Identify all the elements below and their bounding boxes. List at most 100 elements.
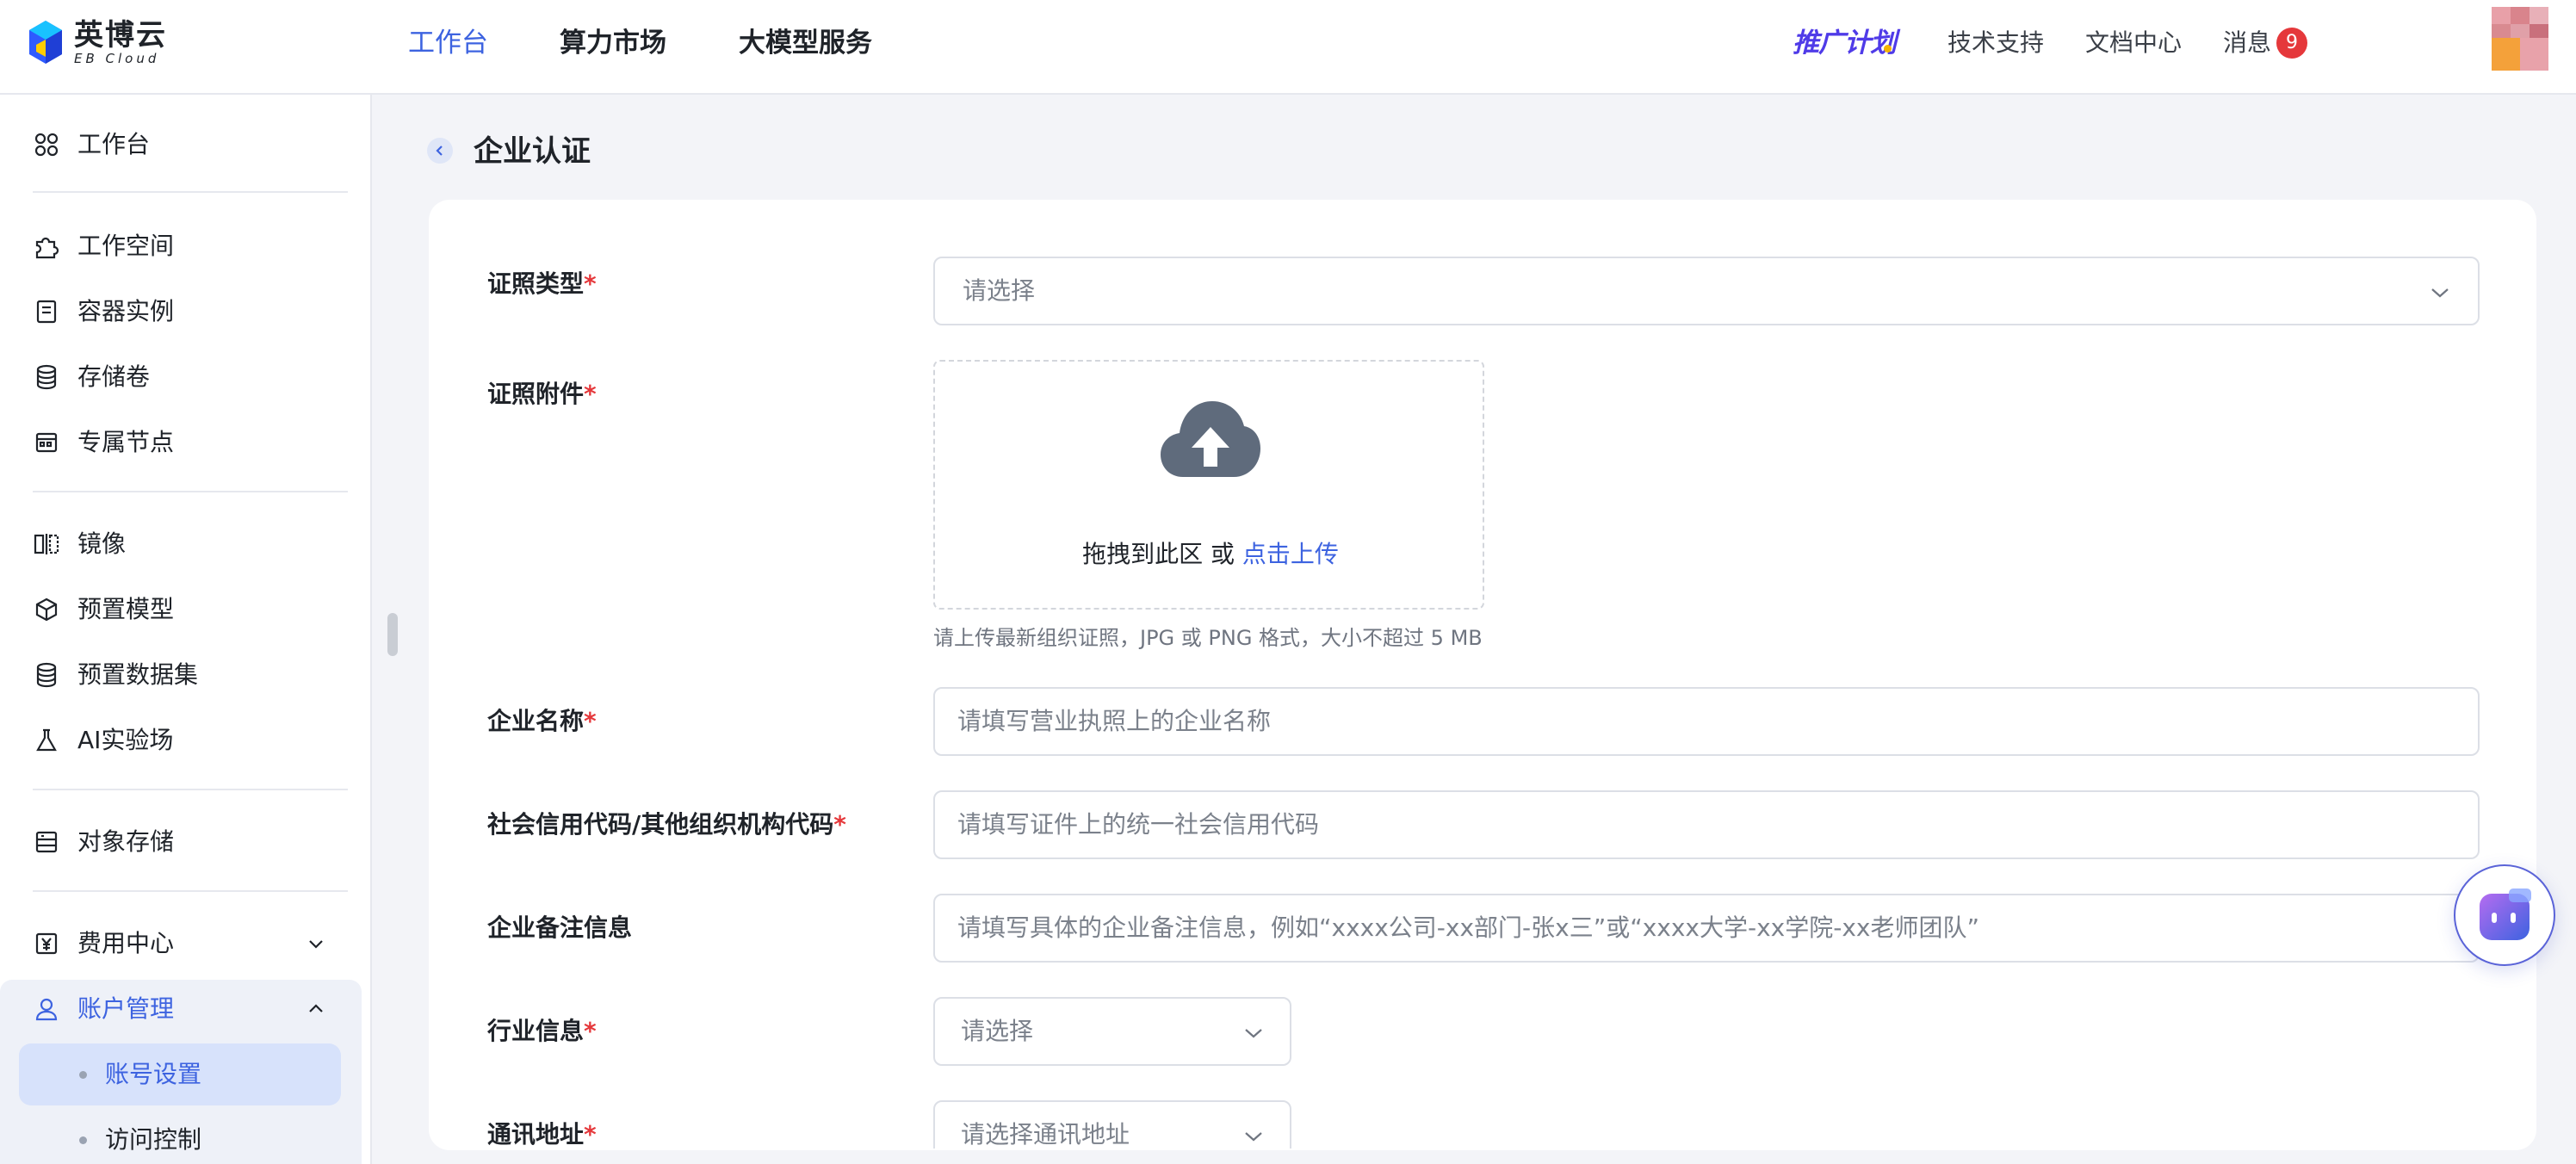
sidebar-item-workspace[interactable]: 工作空间 xyxy=(0,219,362,274)
form-card xyxy=(429,200,2536,1150)
click-upload-link[interactable]: 点击上传 xyxy=(1242,540,1339,568)
chevron-down-icon xyxy=(1245,1029,1262,1038)
sidebar-item-mirror[interactable]: 镜像 xyxy=(0,517,362,572)
address-label: 通讯地址* xyxy=(487,1120,597,1149)
sidebar-item-preset-model[interactable]: 预置模型 xyxy=(0,582,362,637)
cert-type-placeholder: 请选择 xyxy=(963,276,1036,305)
sidebar-item-label: 镜像 xyxy=(77,529,127,558)
tech-support-link[interactable]: 技术支持 xyxy=(1947,26,2044,60)
sidebar-item-preset-dataset[interactable]: 预置数据集 xyxy=(0,647,362,703)
brand-name-en: EB Cloud xyxy=(74,51,160,66)
bullet-dot xyxy=(79,1136,87,1144)
sidebar-item-label: AI实验场 xyxy=(77,726,174,754)
sidebar-item-label: 存储卷 xyxy=(77,362,151,391)
robot-icon xyxy=(2480,888,2531,940)
credit-code-label: 社会信用代码/其他组织机构代码* xyxy=(487,810,846,839)
upload-instruction: 拖拽到此区 或 点击上传 xyxy=(1082,540,1339,568)
upload-hint: 请上传最新组织证照，JPG 或 PNG 格式，大小不超过 5 MB xyxy=(933,626,1483,650)
object-storage-icon xyxy=(33,828,60,856)
nav-compute-market[interactable]: 算力市场 xyxy=(560,24,666,62)
sidebar-subitem-account-settings[interactable]: 账号设置 xyxy=(19,1043,341,1105)
user-icon xyxy=(33,995,60,1023)
promo-sparkle-icon xyxy=(1884,45,1892,53)
credit-code-input[interactable]: 请填写证件上的统一社会信用代码 xyxy=(933,790,2480,859)
company-name-label: 企业名称* xyxy=(487,707,597,735)
yen-icon xyxy=(33,930,60,957)
sidebar-item-container[interactable]: 容器实例 xyxy=(0,284,362,339)
sidebar-item-label: 费用中心 xyxy=(77,929,175,957)
sidebar-item-label: 账户管理 xyxy=(77,994,175,1023)
required-mark: * xyxy=(584,1120,597,1149)
sidebar-item-label: 预置数据集 xyxy=(77,660,199,689)
cert-attachment-label: 证照附件* xyxy=(487,380,597,408)
nav-llm-service[interactable]: 大模型服务 xyxy=(739,24,872,62)
chevron-down-icon xyxy=(309,940,323,949)
sidebar-item-storage-volume[interactable]: 存储卷 xyxy=(0,350,362,405)
industry-label: 行业信息* xyxy=(487,1017,597,1045)
remark-input[interactable]: 请填写具体的企业备注信息，例如“xxxx公司-xx部门-张x三”或“xxxx大学… xyxy=(933,894,2480,963)
company-name-placeholder: 请填写营业执照上的企业名称 xyxy=(957,707,1272,735)
user-avatar[interactable] xyxy=(2492,7,2548,71)
credit-code-placeholder: 请填写证件上的统一社会信用代码 xyxy=(957,810,1320,839)
sidebar-item-label: 专属节点 xyxy=(77,428,175,456)
puzzle-icon xyxy=(33,232,60,260)
cert-type-select[interactable]: 请选择 xyxy=(933,257,2480,325)
sidebar-item-label: 工作台 xyxy=(77,130,151,158)
brand-logo[interactable]: 英博云 EB Cloud xyxy=(28,19,167,65)
required-mark: * xyxy=(584,707,597,735)
chevron-down-icon xyxy=(2431,288,2449,298)
sidebar-item-ai-lab[interactable]: AI实验场 xyxy=(0,713,362,768)
required-mark: * xyxy=(584,269,597,298)
required-mark: * xyxy=(584,1017,597,1045)
node-icon xyxy=(33,429,60,456)
back-button[interactable] xyxy=(427,138,453,164)
sidebar-item-dedicated-node[interactable]: 专属节点 xyxy=(0,415,362,470)
remark-label: 企业备注信息 xyxy=(487,913,633,942)
flask-icon xyxy=(33,727,60,754)
page-title: 企业认证 xyxy=(474,134,591,169)
company-name-input[interactable]: 请填写营业执照上的企业名称 xyxy=(933,687,2480,756)
cloud-upload-icon xyxy=(1161,401,1260,477)
sidebar-subitem-access-control[interactable]: 访问控制 xyxy=(19,1109,341,1164)
cert-type-label: 证照类型* xyxy=(487,269,597,298)
sidebar-divider xyxy=(33,789,348,790)
bullet-dot xyxy=(79,1071,87,1079)
address-select[interactable]: 请选择通讯地址 xyxy=(933,1100,1291,1149)
industry-placeholder: 请选择 xyxy=(961,1017,1034,1045)
industry-select[interactable]: 请选择 xyxy=(933,997,1291,1066)
cube-icon xyxy=(33,596,60,623)
promo-plan-link[interactable]: 推广计划 xyxy=(1793,24,1897,62)
required-mark: * xyxy=(833,810,846,839)
chevron-left-icon xyxy=(436,146,443,156)
address-placeholder: 请选择通讯地址 xyxy=(961,1120,1130,1149)
chat-assistant-button[interactable] xyxy=(2454,864,2555,966)
sidebar-item-label: 预置模型 xyxy=(77,595,175,623)
chevron-up-icon xyxy=(309,1004,323,1012)
logo-icon xyxy=(29,21,62,64)
sidebar-subitem-label: 访问控制 xyxy=(105,1125,202,1154)
top-navigation-bar: 英博云 EB Cloud 工作台 算力市场 大模型服务 推广计划 技术支持 文档… xyxy=(0,0,2576,95)
chevron-down-icon xyxy=(1245,1132,1262,1142)
sidebar-divider xyxy=(33,890,348,892)
dataset-icon xyxy=(33,661,60,689)
sidebar-subitem-label: 账号设置 xyxy=(105,1060,202,1088)
docs-center-link[interactable]: 文档中心 xyxy=(2085,26,2182,60)
grid-icon xyxy=(33,131,60,158)
sidebar-divider xyxy=(33,491,348,492)
sidebar-item-workbench[interactable]: 工作台 xyxy=(0,117,362,172)
sidebar-item-object-storage[interactable]: 对象存储 xyxy=(0,814,362,870)
file-upload-dropzone[interactable]: 拖拽到此区 或 点击上传 xyxy=(933,360,1484,610)
sidebar-item-label: 工作空间 xyxy=(77,232,175,260)
database-icon xyxy=(33,363,60,391)
sidebar-resize-handle[interactable] xyxy=(387,613,398,656)
sidebar-item-billing[interactable]: 费用中心 xyxy=(0,916,362,971)
sidebar-item-account[interactable]: 账户管理 xyxy=(0,981,362,1037)
sidebar-divider xyxy=(33,191,348,193)
address-select-clip: 请选择通讯地址 xyxy=(933,1100,1291,1149)
remark-placeholder: 请填写具体的企业备注信息，例如“xxxx公司-xx部门-张x三”或“xxxx大学… xyxy=(957,913,1979,942)
message-count-badge: 9 xyxy=(2276,28,2307,59)
container-icon xyxy=(33,298,60,325)
nav-workbench[interactable]: 工作台 xyxy=(408,24,488,62)
brand-name-cn: 英博云 xyxy=(74,18,167,53)
messages-link[interactable]: 消息 xyxy=(2223,26,2271,60)
